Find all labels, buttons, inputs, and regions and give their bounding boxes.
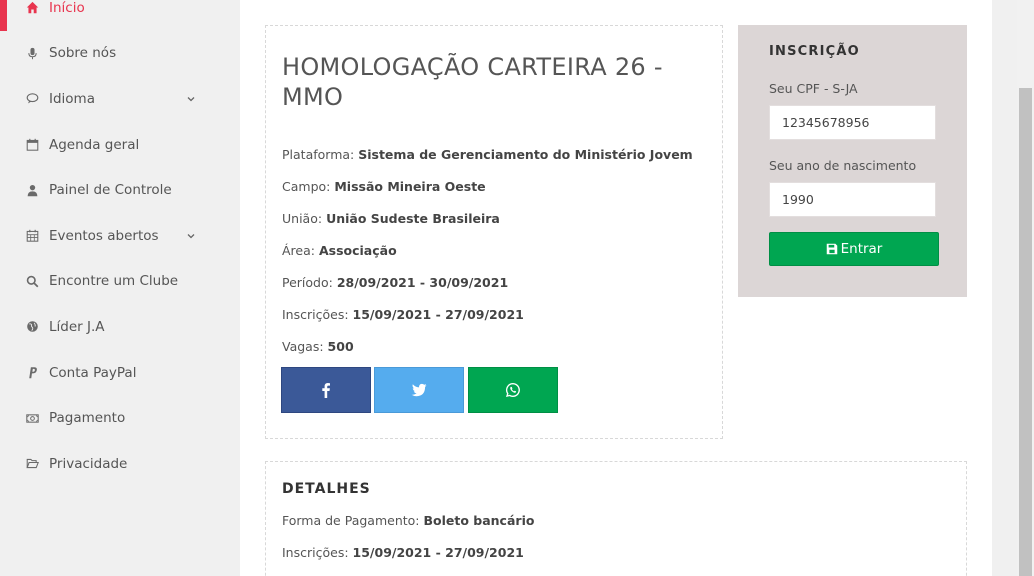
sidebar-item-conta-paypal[interactable]: Conta PayPal [0,350,214,396]
enter-button-label: Entrar [840,241,883,257]
sidebar-item-label: Líder J.A [49,318,105,335]
sidebar-item-privacidade[interactable]: Privacidade [0,441,214,487]
sidebar-item-lider-ja[interactable]: Líder J.A [0,304,214,350]
sidebar-item-inicio[interactable]: Início [0,0,214,31]
sidebar-item-label: Painel de Controle [49,182,172,199]
sidebar-item-painel-de-controle[interactable]: Painel de Controle [0,167,214,213]
details-title: DETALHES [282,481,371,497]
sidebar-item-pagamento[interactable]: Pagamento [0,395,214,441]
cpf-label: Seu CPF - S-JA [769,81,858,96]
sidebar-item-label: Sobre nós [49,45,117,62]
sidebar: Início Sobre nós Idioma Agenda geral Pai… [0,0,214,576]
sidebar-item-label: Conta PayPal [49,364,137,381]
sidebar-item-label: Agenda geral [49,136,140,153]
globe-icon [24,319,40,335]
info-uniao: União: União Sudeste Brasileira [282,211,500,226]
paypal-icon [24,365,40,381]
sidebar-item-eventos-abertos[interactable]: Eventos abertos [0,213,214,259]
share-facebook-button[interactable] [281,367,371,413]
chevron-down-icon[interactable] [186,231,196,241]
sidebar-item-idioma[interactable]: Idioma [0,76,214,122]
info-plataforma: Plataforma: Sistema de Gerenciamento do … [282,147,693,162]
twitter-icon [411,383,427,397]
birth-year-input[interactable] [769,182,936,217]
info-area: Área: Associação [282,243,397,258]
facebook-icon [322,383,330,398]
details-card: DETALHES Forma de Pagamento: Boleto banc… [265,461,967,576]
detail-forma-pagamento: Forma de Pagamento: Boleto bancário [282,513,535,528]
event-info-card: HOMOLOGAÇÃO CARTEIRA 26 - MMO Plataforma… [265,25,723,439]
sidebar-item-agenda-geral[interactable]: Agenda geral [0,122,214,168]
scrollbar-thumb[interactable] [1019,88,1032,576]
user-icon [24,182,40,198]
chevron-down-icon[interactable] [186,94,196,104]
share-whatsapp-button[interactable] [468,367,558,413]
calendar-grid-icon [24,228,40,244]
page-scrollbar[interactable] [1017,0,1034,576]
birth-year-label: Seu ano de nascimento [769,158,917,173]
sidebar-item-label: Eventos abertos [49,227,159,244]
sidebar-item-label: Privacidade [49,455,128,472]
cpf-input[interactable] [769,105,936,140]
floppy-disk-icon [826,243,837,255]
main-content: HOMOLOGAÇÃO CARTEIRA 26 - MMO Plataforma… [240,0,992,576]
info-inscricoes: Inscrições: 15/09/2021 - 27/09/2021 [282,307,524,322]
money-icon [24,410,40,426]
sidebar-item-label: Encontre um Clube [49,273,179,290]
folder-open-icon [24,456,40,472]
info-periodo: Período: 28/09/2021 - 30/09/2021 [282,275,509,290]
registration-panel: INSCRIÇÃO Seu CPF - S-JA Seu ano de nasc… [738,25,967,297]
sidebar-item-label: Início [49,0,85,16]
event-title: HOMOLOGAÇÃO CARTEIRA 26 - MMO [282,53,663,111]
whatsapp-icon [506,383,520,397]
calendar-icon [24,137,40,153]
info-vagas: Vagas: 500 [282,339,354,354]
share-twitter-button[interactable] [374,367,464,413]
home-icon [24,0,40,16]
active-indicator [0,0,7,31]
chat-icon [24,91,40,107]
sidebar-item-sobre-nos[interactable]: Sobre nós [0,31,214,77]
sidebar-item-label: Pagamento [49,410,126,427]
detail-inscricoes: Inscrições: 15/09/2021 - 27/09/2021 [282,545,524,560]
enter-button[interactable]: Entrar [769,232,939,266]
registration-title: INSCRIÇÃO [769,44,860,59]
sidebar-item-label: Idioma [49,90,95,107]
microphone-icon [24,45,40,61]
sidebar-item-encontre-um-clube[interactable]: Encontre um Clube [0,259,214,305]
info-campo: Campo: Missão Mineira Oeste [282,179,486,194]
search-icon [24,273,40,289]
